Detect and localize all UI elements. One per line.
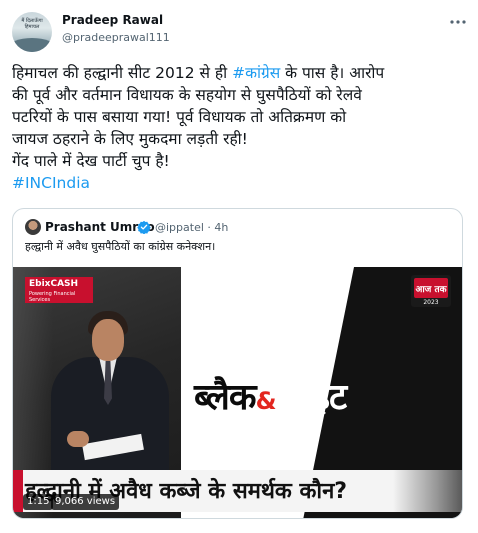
quoted-meta: @ippatel · 4h (155, 221, 228, 234)
tweet-line-5: गेंद पाले में देख पार्टी चुप है! (12, 152, 170, 170)
tweet-line-1-prefix: हिमाचल की हल्द्वानी सीट 2012 से ही (12, 64, 233, 82)
tweet-line-3: पटरियों के पास बसाया गया! पूर्व विधायक त… (12, 108, 347, 126)
quoted-author-handle[interactable]: @ippatel (155, 221, 204, 234)
news-anchor-figure (43, 299, 173, 487)
tweet-line-2: की पूर्व और वर्तमान विधायक के सहयोग से घ… (12, 86, 362, 104)
quoted-tweet[interactable]: Prashant Umrao @ippatel · 4h हल्द्वानी म… (12, 208, 463, 519)
video-views: 9,066 views (51, 494, 120, 510)
author-avatar[interactable]: मैं दिलाऊँगा हिमाचल (12, 12, 52, 52)
author-name[interactable]: Pradeep Rawal (62, 13, 163, 27)
hashtag-incindia-link[interactable]: #INCIndia (12, 172, 468, 194)
sponsor-name: EbixCASH (29, 279, 79, 289)
meta-separator: · (207, 221, 211, 234)
channel-year: 2023 (423, 299, 438, 306)
tweet-line-4: जायज ठहराने के लिए मुकदमा लड़ती रही! (12, 130, 248, 148)
quoted-text: हल्द्वानी में अवैध घुसपैठियों का कांग्रे… (25, 240, 216, 253)
channel-name: आज तक (415, 285, 447, 295)
quoted-timestamp[interactable]: 4h (214, 221, 228, 234)
verified-badge-icon (137, 220, 151, 234)
video-player[interactable]: EbixCASH Powering Financial Services ब्ल… (13, 267, 462, 518)
show-title-left: ब्लैक (194, 377, 257, 418)
author-handle[interactable]: @pradeeprawal111 (62, 31, 170, 44)
ticker-bar-end (393, 470, 462, 512)
tweet-line-1: हिमाचल की हल्द्वानी सीट 2012 से ही #कांग… (12, 62, 468, 84)
tweet[interactable]: मैं दिलाऊँगा हिमाचल Pradeep Rawal @prade… (0, 0, 478, 533)
anchor-hand (67, 431, 89, 447)
tweet-line-1-suffix: के पास है। आरोप (280, 64, 385, 82)
avatar-text: मैं दिलाऊँगा हिमाचल (21, 18, 43, 30)
quoted-author-avatar[interactable] (25, 219, 41, 235)
anchor-face (92, 319, 124, 361)
show-title-amp: & (255, 387, 277, 415)
show-title: ब्लैक&व्हाइट (194, 371, 348, 420)
hashtag-congress-link[interactable]: #कांग्रेस (232, 64, 280, 82)
ticker-accent (13, 470, 23, 512)
tweet-text: हिमाचल की हल्द्वानी सीट 2012 से ही #कांग… (12, 62, 468, 194)
more-horizontal-icon[interactable] (448, 12, 468, 32)
avatar-hill (12, 38, 52, 52)
show-title-right: व्हाइट (275, 377, 348, 418)
channel-logo: आज तक 2023 (411, 275, 451, 307)
video-duration: 1:15 (23, 494, 54, 510)
